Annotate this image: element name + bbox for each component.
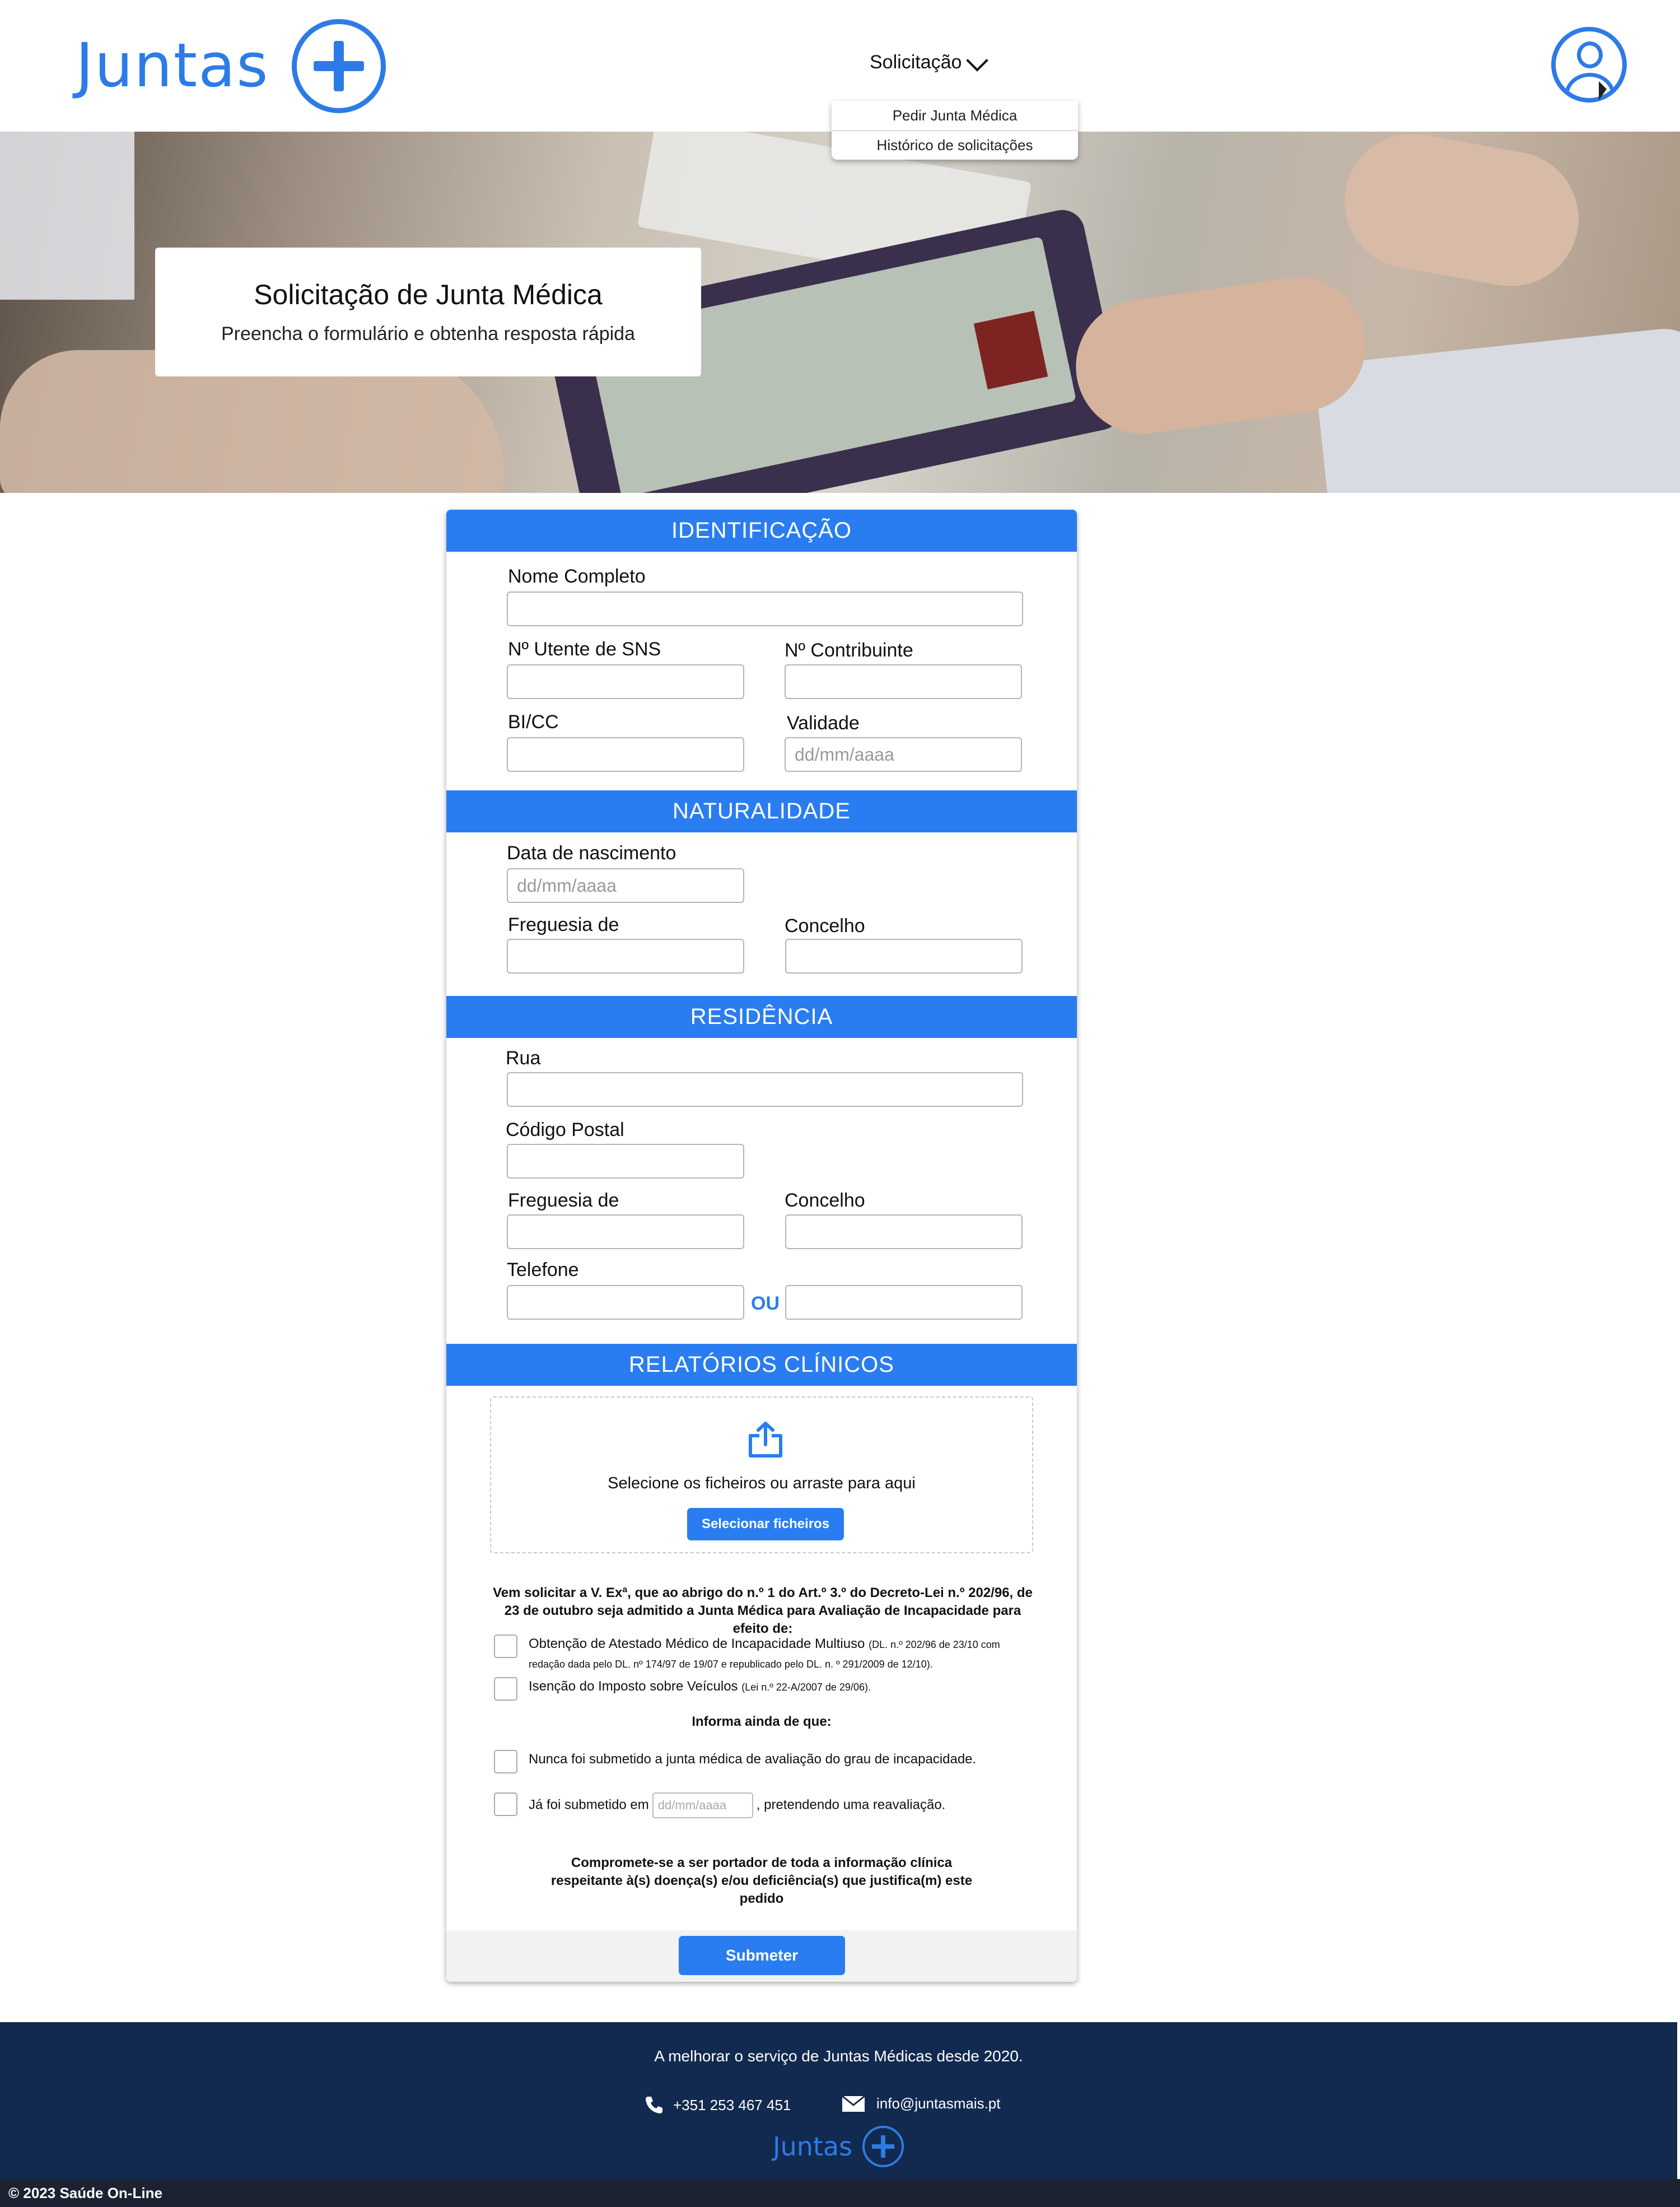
- sns-label: Nº Utente de SNS: [508, 639, 661, 660]
- section-relatorios-heading: RELATÓRIOS CLÍNICOS: [446, 1344, 1077, 1386]
- atestado-checkbox[interactable]: [494, 1635, 517, 1658]
- or-separator: OU: [751, 1293, 780, 1314]
- hero-card: Solicitação de Junta Médica Preencha o f…: [155, 248, 701, 376]
- nat-freguesia-label: Freguesia de: [508, 914, 619, 935]
- reavaliacao-date-input[interactable]: [652, 1792, 753, 1818]
- option-nunca-row: Nunca foi submetido a junta médica de av…: [494, 1750, 1032, 1773]
- res-freguesia-input[interactable]: [507, 1214, 744, 1249]
- option-ja-submetido-row: Já foi submetido em , pretendendo uma rea…: [494, 1792, 1032, 1818]
- drop-zone-text: Selecione os ficheiros ou arraste para a…: [608, 1474, 916, 1492]
- footer-email[interactable]: info@juntasmais.pt: [842, 2095, 1001, 2112]
- hero-photo-sleeve: [1314, 324, 1680, 493]
- nunca-submetido-checkbox[interactable]: [494, 1750, 517, 1773]
- nav-solicitacao[interactable]: Solicitação: [870, 49, 989, 73]
- commitment-text: Compromete-se a ser portador de toda a i…: [550, 1855, 973, 1906]
- site-footer: A melhorar o serviço de Juntas Médicas d…: [0, 2022, 1677, 2179]
- upload-icon: [749, 1422, 782, 1458]
- file-drop-zone[interactable]: Selecione os ficheiros ou arraste para a…: [490, 1396, 1033, 1553]
- res-freguesia-label: Freguesia de: [508, 1190, 619, 1211]
- ja-submetido-checkbox[interactable]: [494, 1792, 517, 1816]
- plus-icon: [862, 2126, 904, 2167]
- telefone-input-2[interactable]: [785, 1285, 1023, 1320]
- footer-email-text: info@juntasmais.pt: [876, 2095, 1001, 2112]
- chevron-down-icon: [966, 49, 989, 72]
- phone-icon: [646, 2097, 662, 2113]
- nat-concelho-input[interactable]: [785, 939, 1023, 974]
- nome-label: Nome Completo: [508, 566, 646, 587]
- menu-item-pedir-junta[interactable]: Pedir Junta Médica: [832, 101, 1078, 130]
- codigo-postal-input[interactable]: [507, 1144, 744, 1179]
- copyright-bar: © 2023 Saúde On-Line: [0, 2179, 1680, 2207]
- site-logo[interactable]: Juntas: [76, 17, 386, 115]
- telefone-label: Telefone: [507, 1259, 579, 1281]
- atestado-label: Obtenção de Atestado Médico de Incapacid…: [529, 1635, 1032, 1674]
- option-atestado-row: Obtenção de Atestado Médico de Incapacid…: [494, 1635, 1032, 1674]
- bicc-input[interactable]: [507, 737, 744, 772]
- isencao-checkbox[interactable]: [494, 1677, 517, 1701]
- mouse-cursor-icon: [1599, 81, 1607, 100]
- sns-input[interactable]: [507, 664, 744, 699]
- rua-input[interactable]: [507, 1072, 1023, 1107]
- footer-phone-text: +351 253 467 451: [673, 2096, 791, 2113]
- declaration-text: Vem solicitar a V. Exª, que ao abrigo do…: [493, 1585, 1033, 1636]
- section-residencia-heading: RESIDÊNCIA: [446, 996, 1077, 1038]
- validade-input[interactable]: [785, 737, 1022, 772]
- data-nascimento-input[interactable]: [507, 868, 744, 903]
- rua-label: Rua: [506, 1047, 541, 1069]
- footer-logo[interactable]: Juntas: [773, 2126, 904, 2167]
- nascimento-label: Data de nascimento: [507, 842, 676, 864]
- atestado-text: Obtenção de Atestado Médico de Incapacid…: [529, 1636, 865, 1651]
- contribuinte-input[interactable]: [785, 664, 1022, 699]
- nunca-submetido-label: Nunca foi submetido a junta médica de av…: [529, 1752, 977, 1767]
- ja-submetido-suffix: , pretendendo uma reavaliação.: [756, 1797, 946, 1813]
- bicc-label: BI/CC: [508, 711, 559, 733]
- mail-icon: [842, 2095, 865, 2112]
- logo-text: Juntas: [76, 31, 269, 101]
- ja-submetido-label: Já foi submetido em , pretendendo uma rea…: [529, 1792, 945, 1818]
- section-identificacao-heading: IDENTIFICAÇÃO: [446, 510, 1077, 552]
- nome-completo-input[interactable]: [507, 592, 1023, 626]
- isencao-text: Isenção do Imposto sobre Veículos: [529, 1679, 738, 1694]
- submit-button[interactable]: Submeter: [679, 1936, 845, 1975]
- user-account-icon[interactable]: [1551, 27, 1627, 103]
- isencao-legal-note: (Lei n.º 22-A/2007 de 29/06).: [741, 1682, 871, 1693]
- plus-icon: [291, 18, 386, 113]
- user-head-shape: [1577, 41, 1603, 68]
- request-form: IDENTIFICAÇÃO Nome Completo Nº Utente de…: [446, 510, 1077, 1982]
- contribuinte-label: Nº Contribuinte: [785, 640, 913, 661]
- user-body-shape: [1565, 73, 1615, 98]
- hero-title: Solicitação de Junta Médica: [254, 279, 603, 310]
- isencao-label: Isenção do Imposto sobre Veículos (Lei n…: [529, 1677, 871, 1697]
- telefone-input-1[interactable]: [507, 1285, 744, 1320]
- hero-photo-hand: [1334, 132, 1589, 297]
- validade-label: Validade: [787, 713, 860, 734]
- nat-concelho-label: Concelho: [785, 915, 865, 937]
- select-files-button[interactable]: Selecionar ficheiros: [687, 1508, 844, 1540]
- nav-dropdown-menu: Pedir Junta Médica Histórico de solicita…: [832, 101, 1078, 160]
- nat-freguesia-input[interactable]: [507, 939, 744, 974]
- codigo-postal-label: Código Postal: [506, 1119, 624, 1140]
- option-isencao-row: Isenção do Imposto sobre Veículos (Lei n…: [494, 1677, 1032, 1701]
- info-heading: Informa ainda de que:: [692, 1714, 832, 1729]
- footer-tagline: A melhorar o serviço de Juntas Médicas d…: [654, 2047, 1023, 2065]
- section-naturalidade-heading: NATURALIDADE: [446, 790, 1077, 832]
- nav-solicitacao-label: Solicitação: [870, 52, 962, 73]
- res-concelho-label: Concelho: [785, 1190, 865, 1211]
- hero-subtitle: Preencha o formulário e obtenha resposta…: [221, 323, 636, 344]
- menu-item-historico[interactable]: Histórico de solicitações: [832, 130, 1078, 159]
- footer-phone[interactable]: +351 253 467 451: [644, 2095, 791, 2115]
- hero-photo-coat: [0, 132, 134, 300]
- footer-logo-text: Juntas: [773, 2131, 853, 2162]
- res-concelho-input[interactable]: [785, 1214, 1023, 1249]
- submit-bar: Submeter: [446, 1930, 1077, 1982]
- ja-submetido-text: Já foi submetido em: [529, 1797, 649, 1813]
